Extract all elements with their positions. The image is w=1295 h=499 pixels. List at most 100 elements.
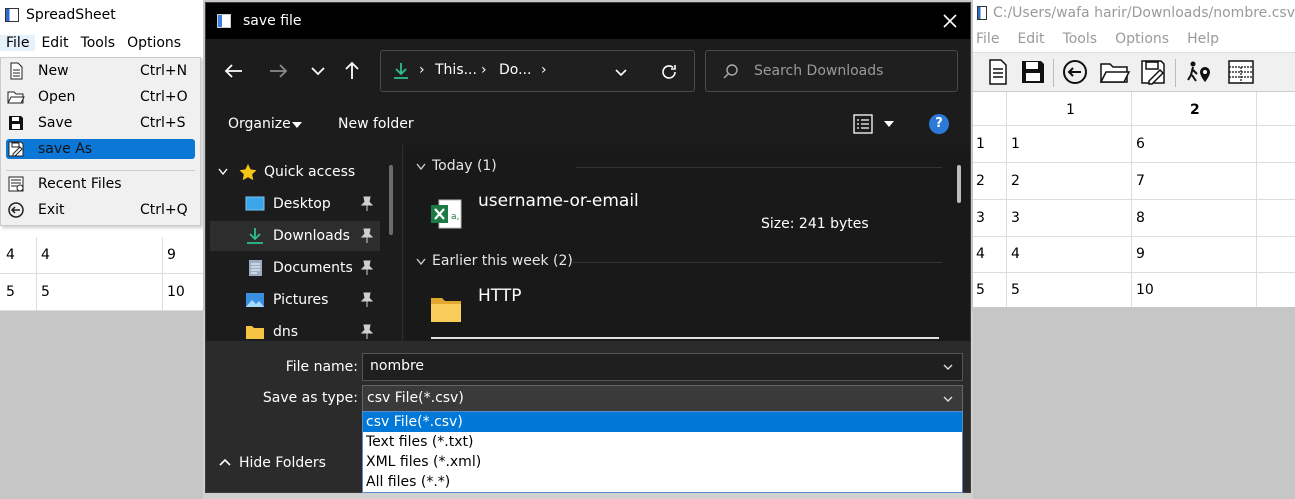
group-label: Earlier this week (2) (432, 253, 573, 269)
menu-item-exit[interactable]: Exit Ctrl+Q (1, 198, 200, 222)
new-document-icon[interactable] (984, 58, 1012, 86)
cell[interactable]: 6 (1136, 136, 1145, 152)
left-window-title: SpreadSheet (26, 7, 116, 23)
group-header-today[interactable]: Today (1) (416, 153, 942, 181)
nav-item-downloads[interactable]: Downloads (210, 221, 380, 251)
row-number: 5 (976, 282, 985, 298)
cell[interactable]: 10 (167, 284, 185, 300)
menu-tools[interactable]: Tools (75, 35, 122, 51)
menu-edit[interactable]: Edit (1017, 31, 1062, 47)
address-bar[interactable]: › This... › Do... › (380, 50, 695, 92)
cell[interactable]: 9 (167, 247, 176, 263)
breadcrumb-downloads[interactable]: Do... (499, 62, 531, 78)
table-icon[interactable] (1227, 58, 1255, 86)
file-list-scrollbar[interactable] (957, 165, 961, 203)
menu-tools[interactable]: Tools (1063, 31, 1116, 47)
save-as-type-select[interactable]: csv File(*.csv) (362, 385, 963, 413)
cell[interactable]: 2 (1011, 173, 1020, 189)
row-number: 4 (6, 247, 15, 263)
file-list: Today (1) a, username-or-email Size: 241… (406, 145, 970, 341)
group-header-earlier-this-week[interactable]: Earlier this week (2) (416, 248, 942, 276)
dialog-app-icon (217, 14, 231, 28)
cell[interactable]: 4 (41, 247, 50, 263)
cell[interactable]: 9 (1136, 246, 1145, 262)
floppy-disk-icon[interactable] (1019, 58, 1047, 86)
chevron-down-icon[interactable] (942, 361, 954, 373)
hide-folders-label: Hide Folders (239, 455, 326, 471)
close-icon[interactable] (940, 11, 960, 31)
open-folder-icon[interactable] (1099, 58, 1131, 86)
folder-item[interactable]: HTTP (426, 284, 946, 344)
file-name-input[interactable]: nombre (362, 353, 963, 381)
view-dropdown-icon[interactable] (884, 121, 894, 127)
nav-scrollbar[interactable] (389, 165, 393, 235)
nav-item-quick-access[interactable]: Quick access (210, 157, 380, 187)
cell[interactable]: 4 (1011, 246, 1020, 262)
file-name: username-or-email (478, 191, 639, 211)
menu-item-label: New (38, 63, 69, 79)
cell[interactable]: 5 (41, 284, 50, 300)
new-folder-button[interactable]: New folder (338, 116, 414, 132)
save-as-icon (8, 141, 24, 157)
option-txt[interactable]: Text files (*.txt) (363, 432, 962, 452)
pane-divider[interactable] (402, 145, 403, 341)
view-options-icon[interactable] (852, 113, 874, 135)
menu-edit[interactable]: Edit (35, 35, 74, 51)
table-row: 5 5 10 (0, 274, 203, 311)
svg-text:a,: a, (451, 212, 459, 222)
cell[interactable]: 3 (1011, 210, 1020, 226)
menu-help[interactable]: Help (1187, 31, 1237, 47)
menu-item-save-as[interactable]: save As (1, 137, 200, 161)
file-name-value: nombre (370, 358, 425, 374)
menu-options[interactable]: Options (1115, 31, 1187, 47)
menu-file[interactable]: File (0, 35, 36, 51)
menu-options[interactable]: Options (121, 35, 187, 51)
exit-icon[interactable] (1061, 58, 1089, 86)
column-header[interactable]: 1 (1066, 102, 1075, 118)
cell[interactable]: 1 (1011, 136, 1020, 152)
help-icon[interactable]: ? (929, 114, 949, 134)
menu-item-open[interactable]: Open Ctrl+O (1, 85, 200, 109)
recent-locations-chevron-icon[interactable] (306, 59, 330, 83)
menu-item-recent-files[interactable]: Recent Files (1, 172, 200, 196)
address-history-chevron-icon[interactable] (613, 64, 629, 80)
menu-item-label: save As (38, 141, 93, 157)
save-as-icon[interactable] (1139, 58, 1167, 86)
refresh-icon[interactable] (659, 62, 679, 82)
cell[interactable]: 8 (1136, 210, 1145, 226)
up-arrow-icon[interactable] (340, 59, 364, 83)
menu-item-label: Save (38, 115, 73, 131)
search-box[interactable]: Search Downloads (705, 50, 958, 92)
menu-item-new[interactable]: New Ctrl+N (1, 59, 200, 83)
go-to-cell-icon[interactable] (1185, 58, 1213, 86)
cell[interactable]: 5 (1011, 282, 1020, 298)
option-all-files[interactable]: All files (*.*) (363, 472, 962, 492)
option-xml[interactable]: XML files (*.xml) (363, 452, 962, 472)
nav-item-label: Desktop (273, 196, 331, 212)
collapse-chevron-icon[interactable] (416, 163, 426, 171)
file-item[interactable]: a, username-or-email Size: 241 bytes (426, 189, 946, 249)
nav-item-pictures[interactable]: Pictures (210, 285, 380, 315)
expand-chevron-icon[interactable] (218, 168, 228, 176)
cell[interactable]: 7 (1136, 173, 1145, 189)
toolbar (973, 52, 1295, 92)
hide-folders-button[interactable]: Hide Folders (219, 455, 326, 471)
organize-button[interactable]: Organize (228, 116, 291, 132)
column-header[interactable]: 2 (1190, 102, 1200, 118)
chevron-down-icon[interactable] (942, 393, 954, 405)
floppy-disk-icon (9, 116, 23, 130)
nav-item-documents[interactable]: Documents (210, 253, 380, 283)
right-menu-bar: File Edit Tools Options Help (973, 26, 1295, 52)
menu-file[interactable]: File (976, 31, 1017, 47)
collapse-chevron-icon[interactable] (416, 258, 426, 266)
cell[interactable]: 10 (1136, 282, 1154, 298)
option-csv[interactable]: csv File(*.csv) (363, 412, 962, 432)
file-name-label: File name: (285, 359, 358, 375)
save-as-type-label: Save as type: (262, 390, 358, 406)
forward-arrow-icon[interactable] (266, 59, 290, 83)
menu-item-save[interactable]: Save Ctrl+S (1, 111, 200, 135)
nav-item-desktop[interactable]: Desktop (210, 189, 380, 219)
table-row: 5 5 10 (973, 272, 1295, 307)
back-arrow-icon[interactable] (222, 59, 246, 83)
breadcrumb-this-pc[interactable]: This... (435, 62, 477, 78)
